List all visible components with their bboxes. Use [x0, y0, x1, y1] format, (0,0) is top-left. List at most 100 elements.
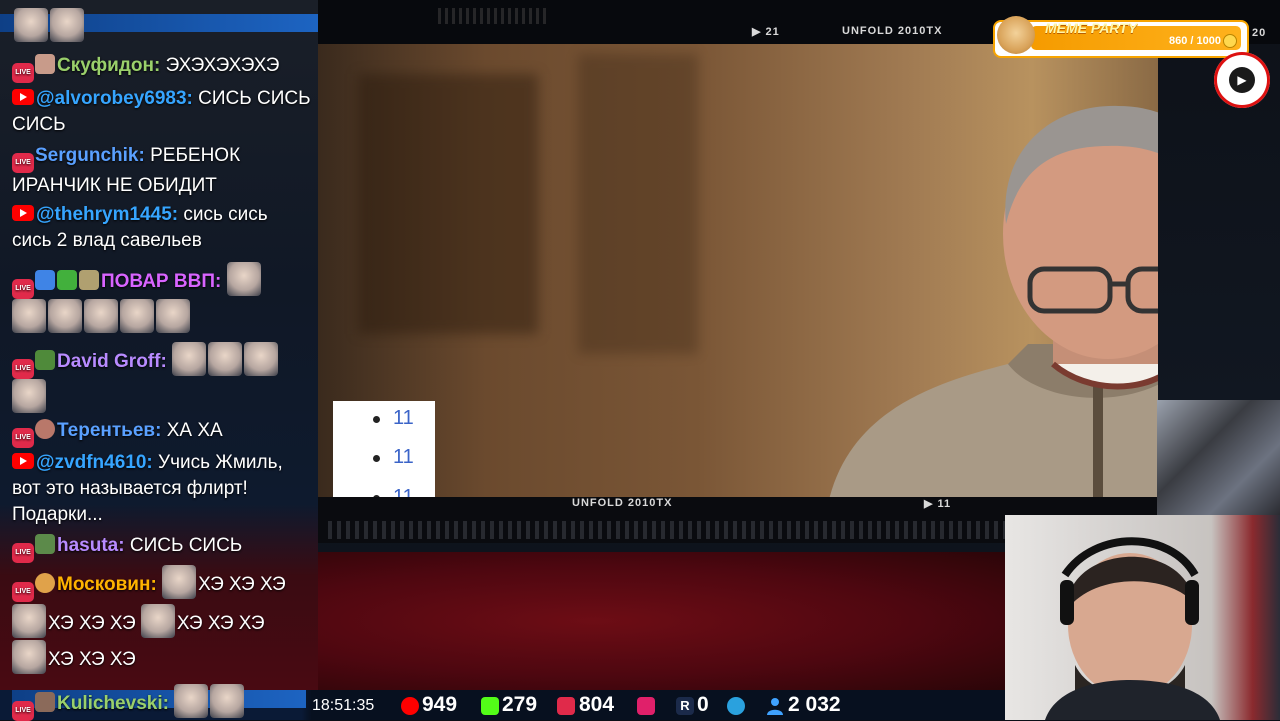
chat-text: СИСЬ СИСЬ — [129, 535, 243, 556]
emote-icon — [226, 262, 261, 296]
ticker-brand-name: UNFOLD 2010TX — [572, 497, 673, 509]
emote-icon — [244, 342, 279, 376]
main-video-feed[interactable] — [318, 44, 1158, 497]
chat-message: LIVE Терентьев: ХА ХА — [12, 418, 312, 448]
live-badge-icon: LIVE — [12, 582, 34, 602]
youtube-icon — [12, 205, 34, 221]
emote-icon — [84, 299, 118, 333]
chat-message-continued: ХЭ ХЭ ХЭ — [12, 640, 312, 674]
chat-text: ХА ХА — [166, 420, 223, 441]
shield-badge-icon — [35, 270, 55, 290]
meme-party-progress: 860 / 1000 — [1169, 35, 1221, 47]
meme-party-widget[interactable]: MEME PARTY 860 / 1000 — [993, 16, 1249, 58]
emote-icon — [48, 299, 82, 333]
bg-shelf — [358, 74, 538, 334]
emote-icon — [12, 299, 46, 333]
telegram-icon — [727, 697, 745, 715]
total-viewers: 2 032 — [788, 693, 841, 716]
chat-username[interactable]: @zvdfn4610: — [36, 452, 153, 473]
emote-icon — [120, 299, 154, 333]
chat-username[interactable]: Kulichevski: — [57, 693, 169, 714]
chat-message: LIVE Kulichevski: — [12, 684, 312, 721]
emote-icon — [156, 299, 190, 333]
chat-message: LIVE ПОВАР ВВП: — [12, 262, 312, 333]
chat-top-emotes — [14, 8, 86, 42]
bullet-item[interactable]: 11 — [373, 446, 414, 469]
chat-username[interactable]: ПОВАР ВВП: — [101, 271, 221, 292]
emote-icon — [140, 604, 175, 638]
chat-username[interactable]: Sergunchik: — [35, 145, 145, 166]
live-badge-icon: LIVE — [12, 701, 34, 721]
coin-icon — [1223, 34, 1237, 48]
chat-text: ХЭ ХЭ ХЭ — [176, 613, 265, 634]
kick-viewers: 279 — [502, 693, 538, 716]
chat-message: LIVE hasuta: СИСЬ СИСЬ — [12, 533, 312, 563]
kick-icon — [481, 697, 499, 715]
youtube-icon — [12, 89, 34, 105]
top-channel-number: ▶ 21 — [752, 26, 780, 38]
chat-username[interactable]: hasuta: — [57, 535, 125, 556]
emote-icon — [12, 640, 46, 674]
streamer-image — [1045, 537, 1220, 720]
live-badge-icon: LIVE — [12, 279, 34, 299]
youtube-viewers: 949 — [422, 693, 458, 716]
chat-text: ХЭ ХЭ ХЭ — [48, 649, 136, 670]
live-badge-icon: LIVE — [12, 153, 34, 173]
emote-icon — [12, 604, 46, 638]
chat-message-continued: ХЭ ХЭ ХЭ ХЭ ХЭ ХЭ — [12, 604, 312, 638]
chat-message: @thehrym1445: сись сись сись 2 влад саве… — [12, 202, 312, 254]
emote-icon — [14, 8, 48, 42]
chat-message: LIVE David Groff: — [12, 342, 312, 413]
emote-icon — [50, 8, 84, 42]
chat-username[interactable]: Терентьев: — [57, 420, 161, 441]
chat-message: LIVE Московин: ХЭ ХЭ ХЭ — [12, 565, 312, 602]
live-badge-icon: LIVE — [12, 359, 34, 379]
chat-username[interactable]: @alvorobey6983: — [36, 88, 193, 109]
play-icon — [637, 697, 655, 715]
youtube-icon — [12, 453, 34, 469]
emote-icon — [174, 684, 209, 718]
rumble-viewers: 0 — [697, 693, 709, 716]
user-avatar — [35, 350, 55, 370]
meme-party-title: MEME PARTY — [1045, 20, 1138, 36]
top-channel-number-right: 20 — [1252, 27, 1267, 39]
bullet-item[interactable]: 11 — [373, 407, 414, 430]
chat-username[interactable]: @thehrym1445: — [36, 204, 178, 225]
emote-icon — [12, 379, 46, 413]
live-badge-icon: LIVE — [12, 543, 34, 563]
youtube-icon — [401, 697, 419, 715]
user-avatar — [35, 534, 55, 554]
record-button[interactable]: ▶ — [1214, 52, 1270, 108]
vk-viewers: 804 — [579, 693, 615, 716]
emote-icon — [172, 342, 207, 376]
avatar-badge-icon — [79, 270, 99, 290]
doge-icon — [997, 16, 1035, 54]
chat-username[interactable]: Скуфидон: — [57, 55, 160, 76]
live-badge-icon: LIVE — [12, 63, 34, 83]
noise-decor — [438, 8, 548, 24]
chat-text: ЭХЭХЭХЭХЭ — [165, 55, 280, 76]
chat-text: ХЭ ХЭ ХЭ — [48, 613, 136, 634]
secondary-camera-feed[interactable] — [1157, 400, 1280, 515]
user-avatar — [35, 573, 55, 593]
user-avatar — [35, 54, 55, 74]
streamer-webcam[interactable] — [1005, 515, 1280, 720]
logo-icon: ▶ — [1229, 67, 1255, 93]
bg-shelf — [578, 54, 698, 354]
emote-icon — [208, 342, 243, 376]
gift-badge-icon — [57, 270, 77, 290]
vk-live-icon — [557, 697, 575, 715]
guest-person-image — [829, 105, 1158, 497]
ticker-channel-number: ▶ 11 — [924, 498, 952, 510]
user-avatar — [35, 419, 55, 439]
top-brand-name: UNFOLD 2010TX — [842, 25, 943, 37]
chat-message: LIVE Sergunchik: РЕБЕНОК ИРАНЧИК НЕ ОБИДИ… — [12, 143, 312, 199]
chat-message: @zvdfn4610: Учись Жмиль, вот это называе… — [12, 450, 312, 528]
chat-username[interactable]: Московин: — [57, 574, 157, 595]
user-avatar — [35, 692, 55, 712]
emote-icon — [162, 565, 197, 599]
viewers-icon — [766, 697, 784, 715]
chat-username[interactable]: David Groff: — [57, 351, 167, 372]
live-badge-icon: LIVE — [12, 428, 34, 448]
chat-message: LIVE Скуфидон: ЭХЭХЭХЭХЭ — [12, 53, 312, 83]
